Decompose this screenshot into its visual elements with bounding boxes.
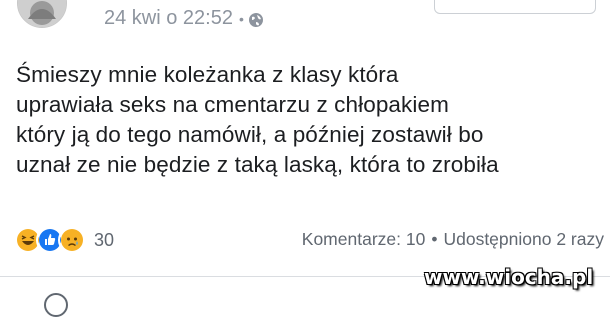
comments-count-link[interactable]: Komentarze: 10 <box>302 229 426 250</box>
shares-count-link[interactable]: Udostępniono 2 razy <box>443 229 604 250</box>
globe-icon[interactable] <box>248 11 264 27</box>
reaction-count: 30 <box>94 229 115 250</box>
sad-icon <box>58 226 86 254</box>
reactions-summary[interactable]: 30 <box>14 226 114 254</box>
post-timestamp[interactable]: 24 kwi o 22:52 <box>104 7 233 30</box>
avatar[interactable] <box>17 0 67 28</box>
post-stats: Komentarze: 10 • Udostępniono 2 razy <box>302 229 604 250</box>
meta-separator: • <box>238 10 244 27</box>
stats-separator: • <box>431 229 438 249</box>
header-action-button[interactable] <box>434 0 596 14</box>
post-header: 24 kwi o 22:52 • <box>0 0 610 40</box>
bottom-action-icon[interactable] <box>44 293 68 317</box>
post-meta: 24 kwi o 22:52 • <box>104 7 264 30</box>
watermark-text: www.wiocha.pl <box>424 265 594 289</box>
avatar-image <box>18 0 66 27</box>
post-body-text: Śmieszy mnie koleżanka z klasy która upr… <box>16 62 499 177</box>
